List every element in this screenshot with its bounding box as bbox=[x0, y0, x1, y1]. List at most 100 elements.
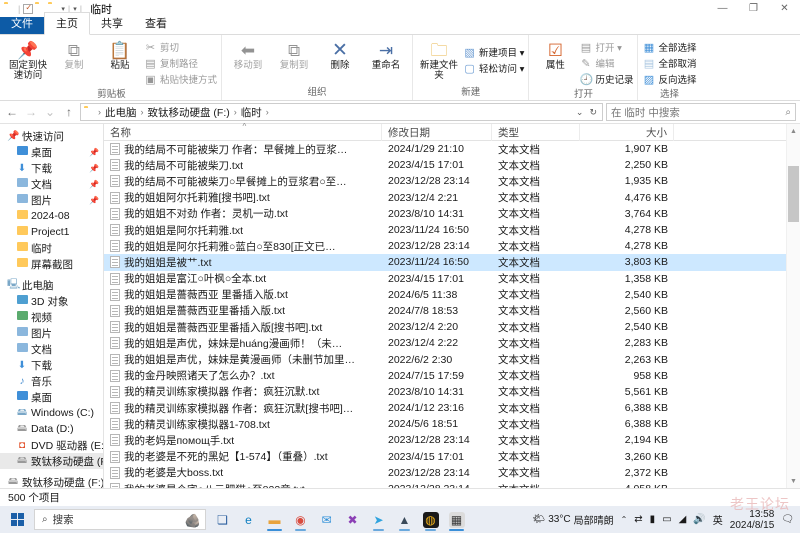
sidebar-item-dvd-e[interactable]: ◘ DVD 驱动器 (E:) 16.0.1 bbox=[0, 437, 103, 453]
address-dropdown-icon[interactable]: ⌄ bbox=[576, 107, 584, 118]
cut-button[interactable]: ✂ 剪切 bbox=[144, 40, 217, 55]
table-row[interactable]: 我的结局不可能被柴刀 作者：早餐摊上的豆浆… 2024/1/29 21:10 文本文… bbox=[104, 141, 800, 157]
breadcrumb-item-0[interactable]: 此电脑 bbox=[104, 105, 138, 120]
table-row[interactable]: 我的精灵训练家模拟器 作者：疯狂沉默.txt 2023/8/10 14:31 文本文… bbox=[104, 384, 800, 400]
column-date[interactable]: 修改日期 bbox=[382, 123, 492, 141]
telegram-icon[interactable]: ➤ bbox=[367, 507, 390, 532]
copy-to-button[interactable]: ⧉ 复制到 bbox=[272, 37, 316, 71]
table-row[interactable]: 我的老婆是大boss.txt 2023/12/28 23:14 文本文档 2,372 … bbox=[104, 465, 800, 481]
copy-button[interactable]: ⧉ 复制 bbox=[52, 37, 96, 71]
calculator-icon[interactable]: ▦ bbox=[445, 507, 468, 532]
vertical-scrollbar[interactable]: ▲ ▼ bbox=[786, 124, 800, 488]
sidebar-item-downloads[interactable]: ⬇ 下载 📌 bbox=[0, 160, 103, 176]
sidebar-item-2024-08[interactable]: 2024-08 bbox=[0, 208, 103, 224]
sidebar-item-windows-c[interactable]: 🖴 Windows (C:) bbox=[0, 405, 103, 421]
sidebar-item-videos[interactable]: 视频 bbox=[0, 309, 103, 325]
minimize-button[interactable]: — bbox=[707, 0, 738, 17]
file-rows[interactable]: 我的结局不可能被柴刀 作者：早餐摊上的豆浆… 2024/1/29 21:10 文本文… bbox=[104, 141, 800, 488]
close-button[interactable]: ✕ bbox=[769, 0, 800, 17]
folder-icon[interactable] bbox=[4, 3, 15, 14]
sidebar-item-pictures-pc[interactable]: 图片 bbox=[0, 325, 103, 341]
paste-shortcut-button[interactable]: ▣ 粘贴快捷方式 bbox=[144, 72, 217, 87]
paste-button[interactable]: 📋 粘贴 bbox=[98, 37, 142, 71]
pin-icon[interactable]: 📌 bbox=[89, 180, 99, 189]
refresh-icon[interactable]: ↻ bbox=[589, 107, 597, 118]
breadcrumb-item-2[interactable]: 临时 bbox=[240, 105, 263, 120]
table-row[interactable]: 我的姐姐是声优，妹妹是huáng漫画师！（未… 2023/12/4 2:22 文本文… bbox=[104, 335, 800, 351]
select-all-button[interactable]: ▦ 全部选择 bbox=[642, 40, 697, 55]
table-row[interactable]: 我的姐姐是阿尔托莉雅○蓝白○至830[正文已… 2023/12/28 23:14 文… bbox=[104, 238, 800, 254]
sidebar-item-this-pc[interactable]: 🖳 此电脑 bbox=[0, 277, 103, 293]
back-arrow-icon[interactable]: ← bbox=[4, 103, 20, 121]
sidebar-item-quick-access[interactable]: 📌 快速访问 bbox=[0, 128, 103, 144]
easy-access-button[interactable]: ▢ 轻松访问 ▾ bbox=[463, 61, 524, 76]
sidebar-item-zhitai-root[interactable]: 🖴 致钛移动硬盘 (F:) bbox=[0, 474, 103, 489]
breadcrumb[interactable]: › 此电脑 › 致钛移动硬盘 (F:) › 临时 › ⌄ ↻ bbox=[80, 103, 603, 121]
copy-path-button[interactable]: ▤ 复制路径 bbox=[144, 56, 217, 71]
properties-button[interactable]: ☑ 属性 bbox=[533, 37, 577, 71]
sidebar-item-temp[interactable]: 临时 bbox=[0, 240, 103, 256]
table-row[interactable]: 我的姐姐是薔薇西亚 里番插入版.txt 2024/6/5 11:38 文本文档 2,5… bbox=[104, 287, 800, 303]
scrollbar-thumb[interactable] bbox=[788, 166, 799, 222]
sidebar-item-documents-pc[interactable]: 文档 bbox=[0, 341, 103, 357]
column-type[interactable]: 类型 bbox=[492, 123, 580, 141]
ime-indicator[interactable]: 英 bbox=[713, 512, 723, 527]
delete-button[interactable]: ✕ 删除 bbox=[318, 37, 362, 71]
table-row[interactable]: 我的姐姐是薔薇西亚里番插入版[搜书吧].txt 2023/12/4 2:20 文本文… bbox=[104, 319, 800, 335]
table-row[interactable]: 我的精灵训练家模拟器 作者：疯狂沉默[搜书吧]… 2024/1/12 23:16 文… bbox=[104, 400, 800, 416]
table-row[interactable]: 我的姐姐是阿尔托莉雅.txt 2023/11/24 16:50 文本文档 4,278 … bbox=[104, 222, 800, 238]
chrome-icon[interactable]: ◉ bbox=[289, 507, 312, 532]
table-row[interactable]: 我的结局不可能被柴刀.txt 2023/4/15 17:01 文本文档 2,250 K… bbox=[104, 157, 800, 173]
sidebar-item-zhitai-f[interactable]: 🖴 致钛移动硬盘 (F:) bbox=[0, 453, 103, 469]
taskbar-search-input[interactable]: ⌕ 搜索 🪨 bbox=[34, 509, 206, 530]
recent-locations-icon[interactable]: ⌄ bbox=[42, 103, 58, 121]
sidebar-item-3d-objects[interactable]: 3D 对象 bbox=[0, 293, 103, 309]
sidebar-item-downloads-pc[interactable]: ⬇ 下载 bbox=[0, 357, 103, 373]
table-row[interactable]: 我的老婆是个宅○八云肥猫○至822章.txt 2023/12/28 23:14文本… bbox=[104, 481, 800, 488]
properties-icon[interactable] bbox=[23, 3, 34, 14]
column-name[interactable]: ^ 名称 bbox=[104, 122, 382, 141]
media-player-icon[interactable]: ◍ bbox=[419, 507, 442, 532]
move-to-button[interactable]: ⬅ 移动到 bbox=[226, 37, 270, 71]
edge-icon[interactable]: e bbox=[237, 507, 260, 532]
table-row[interactable]: 我的姐姐不对劲 作者：灵机一动.txt 2023/8/10 14:31 文本文档 3,… bbox=[104, 206, 800, 222]
sidebar-item-documents[interactable]: 文档 📌 bbox=[0, 176, 103, 192]
open-button[interactable]: ▤ 打开 ▾ bbox=[579, 40, 633, 55]
table-row[interactable]: 我的姐姐是富江○叶枫○全本.txt 2023/4/15 17:01 文本文档 1,35… bbox=[104, 271, 800, 287]
visual-studio-icon[interactable]: ✖ bbox=[341, 507, 364, 532]
forward-arrow-icon[interactable]: → bbox=[23, 103, 39, 121]
table-row[interactable]: 我的姐姐是被艹.txt 2023/11/24 16:50 文本文档 3,803 KB bbox=[104, 254, 800, 271]
navigation-pane[interactable]: 📌 快速访问 桌面 📌 ⬇ 下载 📌 文档 📌 图片 📌 2024-08 Pro… bbox=[0, 124, 103, 488]
chevron-up-icon[interactable]: ⌃ bbox=[621, 515, 628, 524]
sidebar-item-project1[interactable]: Project1 bbox=[0, 224, 103, 240]
table-row[interactable]: 我的姐姐是薔薇西亚里番插入版.txt 2024/7/8 18:53 文本文档 2,56… bbox=[104, 303, 800, 319]
weather-widget[interactable]: 🌤 33°C 局部晴朗 bbox=[533, 512, 614, 527]
rename-button[interactable]: ⇥ 重命名 bbox=[364, 37, 408, 71]
task-view-icon[interactable]: ❏ bbox=[211, 507, 234, 532]
up-arrow-icon[interactable]: ↑ bbox=[61, 103, 77, 121]
table-row[interactable]: 我的老婆是不死的黑妃【1-574】（重叠）.txt 2023/4/15 17:01… bbox=[104, 449, 800, 465]
pin-to-quick-access-button[interactable]: 📌 固定到快速访问 bbox=[6, 37, 50, 81]
pin-icon[interactable]: 📌 bbox=[89, 148, 99, 157]
windows-start-icon[interactable] bbox=[2, 507, 32, 532]
app-icon[interactable]: ▲ bbox=[393, 507, 416, 532]
sidebar-item-data-d[interactable]: 🖴 Data (D:) bbox=[0, 421, 103, 437]
tab-home[interactable]: 主页 bbox=[44, 12, 90, 35]
sidebar-item-music[interactable]: ♪ 音乐 bbox=[0, 373, 103, 389]
scroll-down-arrow[interactable]: ▼ bbox=[787, 474, 800, 488]
sidebar-item-screenshots[interactable]: 屏幕截图 bbox=[0, 256, 103, 272]
breadcrumb-item-1[interactable]: 致钛移动硬盘 (F:) bbox=[147, 105, 231, 120]
edit-button[interactable]: ✎ 编辑 bbox=[579, 56, 633, 71]
notification-icon[interactable]: 🗨 bbox=[781, 514, 794, 525]
table-row[interactable]: 我的老妈是помощ手.txt 2023/12/28 23:14 文本文档 2,194… bbox=[104, 432, 800, 448]
scroll-up-arrow[interactable]: ▲ bbox=[787, 124, 800, 138]
pin-icon[interactable]: 📌 bbox=[89, 164, 99, 173]
wifi-tray-icon[interactable]: ◢ bbox=[679, 514, 687, 525]
invert-selection-button[interactable]: ▨ 反向选择 bbox=[642, 72, 697, 87]
battery-tray-icon[interactable]: ▭ bbox=[662, 514, 671, 525]
stats-tray-icon[interactable]: ▮ bbox=[650, 514, 656, 525]
file-explorer-icon[interactable]: ▬ bbox=[263, 507, 286, 532]
network-tray-icon[interactable]: ⇄ bbox=[634, 514, 642, 525]
mail-icon[interactable]: ✉ bbox=[315, 507, 338, 532]
table-row[interactable]: 我的姐姐是声优，妹妹是黄漫画师（未删节加里… 2022/6/2 2:30 文本文档 2… bbox=[104, 351, 800, 367]
